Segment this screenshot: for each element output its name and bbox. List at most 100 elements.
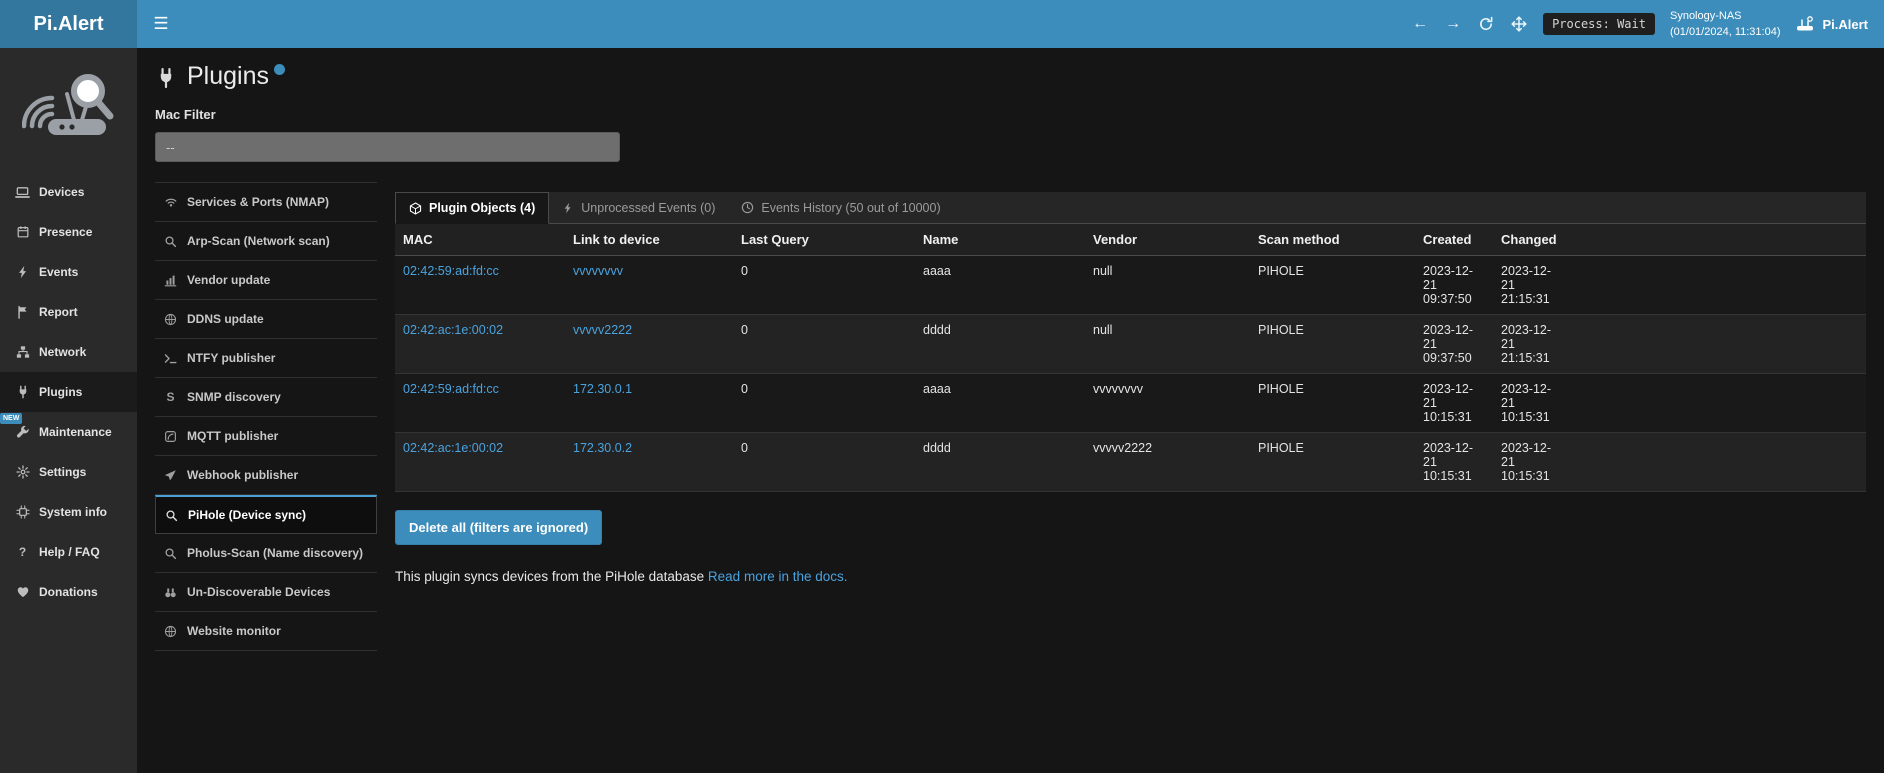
sidebar-item-devices[interactable]: Devices [0,172,137,212]
plug-icon [15,385,30,399]
table-row: 02:42:59:ad:fd:cc 172.30.0.1 0 aaaa vvvv… [395,374,1866,433]
sidebar-item-label: Events [39,265,78,279]
sidebar-item-network[interactable]: Network [0,332,137,372]
column-header-vendor: Vendor [1085,224,1250,256]
plugin-nav-item-website-monitor[interactable]: Website monitor [155,612,377,651]
brand-text: Pi.Alert [33,13,103,36]
changed-cell: 2023-12-21 21:15:31 [1493,256,1571,315]
column-header-name: Name [915,224,1085,256]
page-header: Plugins [137,48,1884,91]
hamburger-icon: ☰ [153,14,168,34]
plugin-nav-item-ntfy-publisher[interactable]: NTFY publisher [155,339,377,378]
topbar-spacer [185,0,1411,48]
clock-icon [741,201,754,214]
plugin-nav-label: MQTT publisher [187,429,278,443]
arrow-right-icon[interactable]: → [1444,15,1462,33]
globe-icon [163,625,178,638]
terminal-icon [163,352,178,365]
plugin-nav-item-pihole[interactable]: PiHole (Device sync) [155,495,377,534]
table-row: 02:42:59:ad:fd:cc vvvvvvvv 0 aaaa null P… [395,256,1866,315]
page-title: Plugins [187,62,269,91]
table-row: 02:42:ac:1e:00:02 vvvvv2222 0 dddd null … [395,315,1866,374]
plugin-nav-item-vendor-update[interactable]: Vendor update [155,261,377,300]
router-icon [1795,16,1815,32]
sidebar-item-system-info[interactable]: System info [0,492,137,532]
move-icon[interactable] [1510,15,1528,33]
filler-cell [1571,315,1866,374]
mac-link[interactable]: 02:42:59:ad:fd:cc [403,382,499,396]
plugin-nav-item-snmp-discovery[interactable]: S SNMP discovery [155,378,377,417]
device-link[interactable]: 172.30.0.1 [573,382,632,396]
host-timestamp: (01/01/2024, 11:31:04) [1670,26,1781,38]
device-link[interactable]: vvvvvvvv [573,264,623,278]
sidebar-item-label: Plugins [39,385,82,399]
plugin-description-text: This plugin syncs devices from the PiHol… [395,569,704,584]
tab-label: Plugin Objects (4) [429,201,535,215]
scan-method-cell: PIHOLE [1250,374,1415,433]
tab-label: Unprocessed Events (0) [581,201,715,215]
host-name: Synology-NAS [1670,10,1742,22]
sidebar-item-help-faq[interactable]: ? Help / FAQ [0,532,137,572]
sidebar-item-report[interactable]: Report [0,292,137,332]
tab-unprocessed-events[interactable]: Unprocessed Events (0) [549,192,728,223]
info-badge[interactable] [274,64,285,75]
column-header-created: Created [1415,224,1493,256]
sidebar-item-settings[interactable]: Settings [0,452,137,492]
sidebar-item-events[interactable]: Events [0,252,137,292]
calendar-icon [15,225,30,239]
changed-cell: 2023-12-21 21:15:31 [1493,315,1571,374]
mqtt-icon [163,430,178,443]
sidebar-item-label: Network [39,345,86,359]
docs-link[interactable]: Read more in the docs. [708,569,848,584]
plugin-nav-item-arp-scan[interactable]: Arp-Scan (Network scan) [155,222,377,261]
sidebar-item-maintenance[interactable]: NEW Maintenance [0,412,137,452]
heart-icon [15,585,30,599]
sidebar-item-plugins[interactable]: Plugins [0,372,137,412]
sidebar-menu: Devices Presence Events Report Network P… [0,172,137,612]
sidebar-item-label: Report [39,305,78,319]
changed-cell: 2023-12-21 10:15:31 [1493,433,1571,492]
mac-link[interactable]: 02:42:ac:1e:00:02 [403,441,503,455]
host-info: Synology-NAS (01/01/2024, 11:31:04) [1670,8,1781,41]
refresh-icon[interactable] [1477,15,1495,33]
app-name: Pi.Alert [1822,17,1868,32]
plugin-nav-label: Vendor update [187,273,270,287]
device-link[interactable]: vvvvv2222 [573,323,632,337]
changed-cell: 2023-12-21 10:15:31 [1493,374,1571,433]
plugin-nav-label: DDNS update [187,312,264,326]
plugin-nav-item-pholus-scan[interactable]: Pholus-Scan (Name discovery) [155,534,377,573]
arrow-left-icon[interactable]: ← [1411,15,1429,33]
mac-link[interactable]: 02:42:59:ad:fd:cc [403,264,499,278]
tab-plugin-objects[interactable]: Plugin Objects (4) [395,192,549,224]
brand-logo[interactable]: Pi.Alert [0,0,137,48]
sidebar-toggle-button[interactable]: ☰ [137,0,185,48]
scan-method-cell: PIHOLE [1250,315,1415,374]
mac-link[interactable]: 02:42:ac:1e:00:02 [403,323,503,337]
plugin-nav-item-mqtt-publisher[interactable]: MQTT publisher [155,417,377,456]
sidebar-item-donations[interactable]: Donations [0,572,137,612]
plugin-nav-item-webhook-publisher[interactable]: Webhook publisher [155,456,377,495]
send-icon [163,469,178,482]
last-query-cell: 0 [733,433,915,492]
column-header-changed: Changed [1493,224,1571,256]
filler-cell [1571,433,1866,492]
scan-method-cell: PIHOLE [1250,256,1415,315]
delete-all-button[interactable]: Delete all (filters are ignored) [395,510,602,545]
plugin-nav-item-undiscoverable-devices[interactable]: Un-Discoverable Devices [155,573,377,612]
plugin-nav-label: Webhook publisher [187,468,298,482]
topbar: Pi.Alert ☰ ← → Process: Wait Synology-NA… [0,0,1884,48]
device-link[interactable]: 172.30.0.2 [573,441,632,455]
sidebar-item-presence[interactable]: Presence [0,212,137,252]
last-query-cell: 0 [733,374,915,433]
scan-method-cell: PIHOLE [1250,433,1415,492]
plugin-description: This plugin syncs devices from the PiHol… [395,569,1866,584]
plugin-nav-label: Arp-Scan (Network scan) [187,234,330,248]
plugin-nav-item-ddns-update[interactable]: DDNS update [155,300,377,339]
name-cell: dddd [915,315,1085,374]
app-brand: Pi.Alert [1795,16,1868,32]
mac-filter-input[interactable] [155,132,620,162]
sidebar-item-label: Devices [39,185,84,199]
plugin-nav-item-services-ports[interactable]: Services & Ports (NMAP) [155,183,377,222]
tab-events-history[interactable]: Events History (50 out of 10000) [728,192,953,223]
cube-icon [409,202,422,215]
